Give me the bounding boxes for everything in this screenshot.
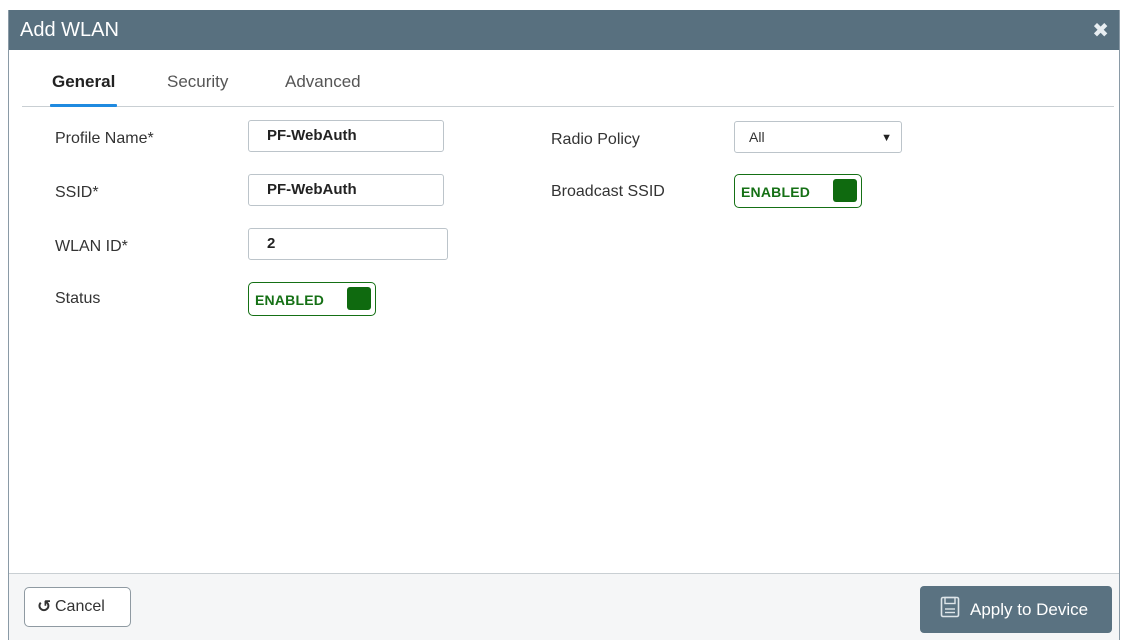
chevron-down-icon: ▼ [881, 132, 892, 144]
wlan-id-label: WLAN ID* [55, 238, 128, 255]
tab-general-label: General [52, 72, 116, 91]
undo-icon: ↺ [37, 597, 52, 616]
dialog-title: Add WLAN [20, 19, 119, 41]
tab-security-label: Security [167, 72, 229, 91]
tab-general[interactable]: General [50, 72, 118, 107]
cancel-button[interactable]: ↺ Cancel [24, 587, 131, 627]
add-wlan-dialog: Add WLAN ✖ General Security Advanced Pro… [8, 10, 1120, 640]
broadcast-ssid-toggle-text: ENABLED [741, 184, 811, 200]
radio-policy-select[interactable]: All ▼ [734, 121, 902, 153]
status-toggle-text: ENABLED [255, 292, 325, 308]
active-tab-indicator [50, 104, 118, 107]
tab-bar: General Security Advanced [22, 72, 1114, 107]
dialog-titlebar: Add WLAN ✖ [9, 10, 1119, 50]
apply-to-device-button[interactable]: Apply to Device [920, 586, 1112, 633]
radio-policy-value: All [749, 129, 765, 145]
profile-name-input[interactable]: PF-WebAuth [248, 120, 444, 152]
apply-button-label: Apply to Device [970, 600, 1089, 619]
ssid-input[interactable]: PF-WebAuth [248, 174, 444, 206]
close-icon[interactable]: ✖ [1092, 18, 1109, 43]
toggle-knob [833, 179, 857, 202]
status-toggle[interactable]: ENABLED [248, 282, 376, 316]
status-label: Status [55, 290, 101, 307]
toggle-knob [347, 287, 371, 310]
tab-advanced-label: Advanced [285, 72, 361, 91]
radio-policy-label: Radio Policy [551, 131, 640, 148]
broadcast-ssid-label: Broadcast SSID [551, 183, 665, 200]
broadcast-ssid-toggle[interactable]: ENABLED [734, 174, 862, 208]
save-icon [940, 596, 960, 623]
ssid-label: SSID* [55, 184, 99, 201]
cancel-button-label: Cancel [55, 598, 105, 615]
tab-security[interactable]: Security [167, 72, 228, 106]
dialog-footer: ↺ Cancel Apply to Device [9, 573, 1119, 640]
tab-advanced[interactable]: Advanced [285, 72, 361, 106]
profile-name-label: Profile Name* [55, 130, 154, 147]
wlan-id-input[interactable]: 2 [248, 228, 448, 260]
